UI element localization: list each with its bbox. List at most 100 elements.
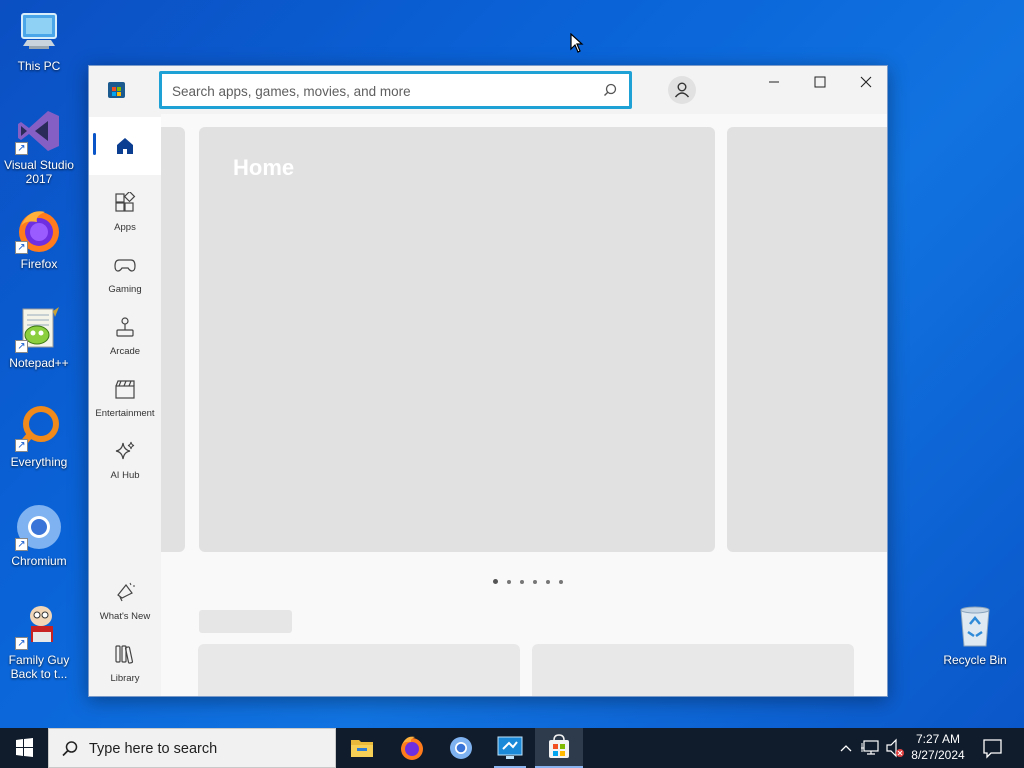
- sparkle-icon: [114, 440, 136, 462]
- hero-card-previous[interactable]: [161, 127, 185, 552]
- nav-item-library[interactable]: Library: [89, 635, 161, 693]
- content-card-placeholder[interactable]: [532, 644, 854, 696]
- taskbar-chromium[interactable]: [437, 728, 485, 768]
- home-content: Home: [161, 114, 887, 696]
- nav-label-whats-new: What's New: [99, 611, 151, 622]
- taskbar-search-placeholder: Type here to search: [89, 741, 218, 757]
- desktop-icon-label: Firefox: [20, 257, 58, 271]
- maximize-icon: [814, 76, 826, 88]
- nav-label-entertainment: Entertainment: [95, 408, 155, 419]
- person-icon: [674, 82, 690, 98]
- network-icon: [861, 740, 879, 755]
- section-title-placeholder: [199, 610, 292, 633]
- home-icon: [114, 135, 136, 157]
- chevron-up-icon: [840, 745, 852, 752]
- nav-label-apps: Apps: [114, 222, 136, 233]
- desktop-icon-label: Family Guy Back to t...: [8, 653, 70, 681]
- desktop-icon-firefox[interactable]: ↗ Firefox: [1, 206, 77, 271]
- search-box[interactable]: [159, 71, 632, 109]
- library-icon: [114, 643, 136, 665]
- nav-label-gaming: Gaming: [108, 284, 142, 295]
- gamepad-icon: [114, 254, 136, 276]
- search-input[interactable]: [172, 81, 592, 101]
- computer-icon: [15, 8, 63, 56]
- taskbar-search-box[interactable]: Type here to search: [48, 728, 336, 768]
- carousel-dot[interactable]: [559, 580, 563, 584]
- desktop-icon-label: This PC: [17, 59, 61, 73]
- recycle-bin-icon: [951, 602, 999, 650]
- firefox-icon: ↗: [15, 206, 63, 254]
- search-icon: [62, 741, 78, 757]
- remote-desktop-icon: [497, 736, 523, 759]
- content-card-placeholder[interactable]: [198, 644, 520, 696]
- desktop-icon-label: Chromium: [11, 554, 67, 568]
- family-guy-icon: ↗: [15, 602, 63, 650]
- notification-icon: [983, 739, 1002, 759]
- taskbar-microsoft-store[interactable]: [535, 728, 583, 768]
- taskbar-remote-desktop[interactable]: [486, 728, 534, 768]
- desktop-icon-this-pc[interactable]: This PC: [1, 8, 77, 73]
- hero-card[interactable]: Home: [199, 127, 715, 552]
- title-bar: [89, 66, 887, 114]
- mouse-cursor-icon: [570, 32, 584, 58]
- nav-item-home[interactable]: [89, 117, 161, 175]
- nav-label-arcade: Arcade: [109, 346, 141, 357]
- system-clock[interactable]: 7:27 AM 8/27/2024: [900, 731, 976, 763]
- minimize-icon: [769, 81, 779, 83]
- hero-card-next[interactable]: [727, 127, 887, 552]
- carousel-dot[interactable]: [533, 580, 537, 584]
- desktop-icon-label: Everything: [10, 455, 68, 469]
- close-button[interactable]: [843, 66, 887, 98]
- carousel-dot[interactable]: [520, 580, 524, 584]
- taskbar: Type here to search 7:27 AM 8/27/2024: [0, 728, 1024, 768]
- desktop-icon-label: Visual Studio 2017: [4, 158, 74, 186]
- clock-date: 8/27/2024: [911, 748, 965, 762]
- chromium-icon: [450, 737, 472, 759]
- clock-time: 7:27 AM: [915, 732, 961, 746]
- nav-item-entertainment[interactable]: Entertainment: [89, 370, 161, 428]
- side-navigation: Apps Gaming Arcade Entertainment AI Hub: [89, 114, 161, 696]
- microsoft-store-icon: [549, 734, 569, 758]
- desktop-icon-chromium[interactable]: ↗ Chromium: [1, 503, 77, 568]
- nav-item-ai-hub[interactable]: AI Hub: [89, 432, 161, 490]
- network-status[interactable]: [860, 728, 882, 768]
- nav-item-whats-new[interactable]: What's New: [89, 573, 161, 631]
- hero-title: Home: [233, 155, 295, 180]
- notepadpp-icon: ↗: [15, 305, 63, 353]
- close-icon: [860, 76, 872, 88]
- carousel-pager: [493, 571, 572, 589]
- desktop-icon-family-guy[interactable]: ↗ Family Guy Back to t...: [1, 602, 77, 681]
- desktop-icon-notepadpp[interactable]: ↗ Notepad++: [1, 305, 77, 370]
- desktop-icon-visual-studio[interactable]: ↗ Visual Studio 2017: [1, 107, 77, 186]
- carousel-dot[interactable]: [546, 580, 550, 584]
- chromium-icon: ↗: [15, 503, 63, 551]
- microsoft-store-logo-icon: [108, 82, 125, 98]
- carousel-dot[interactable]: [507, 580, 511, 584]
- apps-icon: [114, 190, 136, 214]
- desktop-icon-recycle-bin[interactable]: Recycle Bin: [937, 602, 1013, 667]
- desktop-icon-label: Recycle Bin: [943, 653, 1007, 667]
- nav-label-library: Library: [110, 673, 140, 684]
- visual-studio-icon: ↗: [15, 107, 63, 155]
- firefox-icon: [401, 736, 423, 760]
- clapperboard-icon: [114, 378, 136, 400]
- joystick-icon: [114, 316, 136, 338]
- everything-icon: ↗: [15, 404, 63, 452]
- taskbar-file-explorer[interactable]: [338, 728, 386, 768]
- nav-item-gaming[interactable]: Gaming: [89, 246, 161, 304]
- search-icon[interactable]: [603, 83, 617, 102]
- taskbar-firefox[interactable]: [388, 728, 436, 768]
- file-explorer-icon: [351, 740, 373, 757]
- nav-item-arcade[interactable]: Arcade: [89, 308, 161, 366]
- start-button[interactable]: [0, 728, 48, 768]
- megaphone-icon: [114, 581, 136, 603]
- show-hidden-icons-button[interactable]: [838, 728, 854, 768]
- carousel-dot[interactable]: [493, 579, 498, 584]
- nav-label-ai-hub: AI Hub: [110, 470, 140, 481]
- desktop-icon-everything[interactable]: ↗ Everything: [1, 404, 77, 469]
- maximize-button[interactable]: [797, 66, 843, 98]
- nav-item-apps[interactable]: Apps: [89, 184, 161, 242]
- action-center-button[interactable]: [978, 728, 1008, 768]
- account-avatar[interactable]: [668, 76, 696, 104]
- minimize-button[interactable]: [751, 66, 797, 98]
